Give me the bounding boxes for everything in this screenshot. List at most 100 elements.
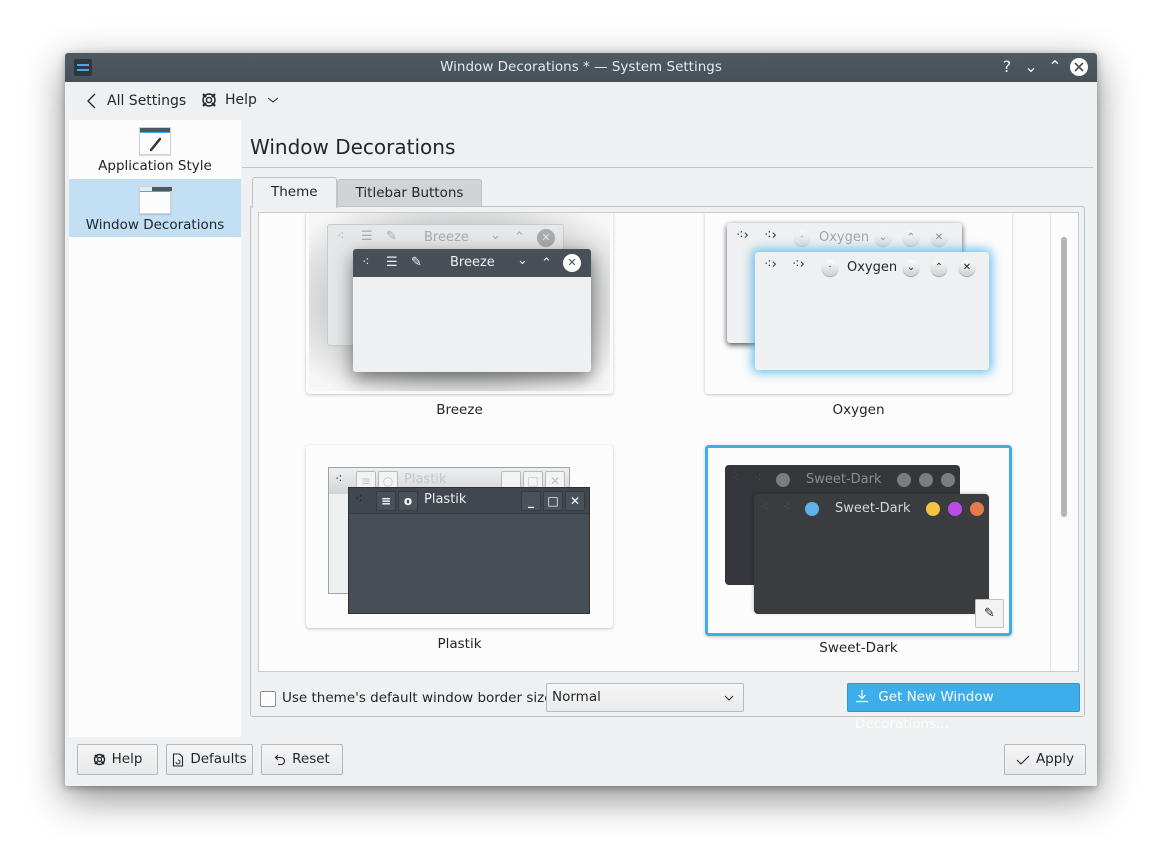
help-menu-button[interactable]: Help: [201, 92, 279, 108]
get-new-label: Get New Window Decorations...: [855, 689, 994, 732]
preview-title-inactive: Plastik: [404, 472, 447, 487]
kde-logo-icon: ⁖: [335, 472, 343, 487]
sidebar-item-label: Application Style: [98, 158, 212, 174]
theme-card-oxygen[interactable]: ⁖› ⁖› · Oxygen ⌄ ⌃ ✕ ⁖› ⁖› · Oxygen ⌄ ⌃ …: [705, 213, 1012, 418]
preview-title: Oxygen: [847, 260, 898, 275]
kde-logo-icon: ⁖›: [764, 228, 777, 243]
close-icon: ✕: [565, 491, 585, 511]
sticky-dot-icon: [805, 502, 819, 516]
chevron-down-icon: ⌄: [875, 230, 891, 246]
theme-name: Sweet-Dark: [819, 640, 898, 656]
minimize-dot-icon: [897, 473, 911, 487]
maximize-icon: □: [543, 491, 563, 511]
chevron-up-icon: ⌃: [903, 230, 919, 246]
window-title: Window Decorations * — System Settings: [440, 59, 722, 75]
document-revert-icon: [173, 752, 184, 767]
configure-theme-button[interactable]: ✎: [975, 599, 1004, 628]
pin-icon: ✎: [411, 255, 422, 270]
sticky-icon: ·: [794, 230, 810, 246]
apply-button-label: Apply: [1035, 751, 1075, 767]
tab-bar: Theme Titlebar Buttons: [252, 177, 483, 208]
preview-title-inactive: Breeze: [424, 230, 469, 245]
apply-button[interactable]: Apply: [1004, 744, 1086, 775]
window-icon: [139, 186, 172, 214]
theme-grid: ⁖ ☰ ✎ Breeze ⌄ ⌃ ✕ ⁖ ☰ ✎ Breeze ⌄ ⌃ ✕ Br…: [258, 212, 1079, 672]
minimize-dot-icon: [926, 502, 940, 516]
back-arrow-icon: [87, 93, 96, 109]
defaults-button[interactable]: Defaults: [166, 744, 253, 775]
sticky-icon: o: [398, 491, 418, 511]
theme-preview: ⁖ ≡ ○ Plastik _ □ ✕ ⁖ ≡ o Plastik _ □ ✕: [306, 445, 613, 628]
border-size-select[interactable]: Normal: [546, 683, 744, 712]
tab-theme[interactable]: Theme: [252, 177, 337, 208]
options-row: Use theme's default window border size N…: [251, 683, 1084, 732]
pin-icon: ✎: [386, 229, 397, 244]
kde-logo-icon: ⁖: [783, 500, 791, 515]
sidebar-item-application-style[interactable]: Application Style: [69, 120, 241, 178]
maximize-dot-icon: [948, 502, 962, 516]
preview-title: Sweet-Dark: [835, 501, 911, 516]
tab-titlebar-buttons[interactable]: Titlebar Buttons: [336, 179, 483, 207]
menu-icon: ≡: [376, 491, 396, 511]
title-divider: [242, 167, 1093, 168]
close-icon: ✕: [563, 254, 581, 272]
question-icon: ?: [1002, 57, 1012, 76]
theme-preview: ⁖ ☰ ✎ Breeze ⌄ ⌃ ✕ ⁖ ☰ ✎ Breeze ⌄ ⌃ ✕: [306, 213, 613, 394]
use-default-border-checkbox[interactable]: [260, 691, 276, 707]
minimize-button[interactable]: ⌄: [1021, 57, 1041, 77]
sidebar-item-label: Window Decorations: [85, 217, 225, 233]
maximize-button[interactable]: ⌃: [1045, 57, 1065, 77]
preview-title-inactive: Oxygen: [819, 230, 870, 245]
help-button-label: Help: [111, 751, 143, 767]
download-icon: [856, 690, 868, 703]
sidebar-item-window-decorations[interactable]: Window Decorations: [69, 179, 241, 237]
scrollbar-thumb[interactable]: [1061, 237, 1067, 517]
chevron-up-icon: ⌃: [514, 230, 525, 245]
all-settings-label: All Settings: [107, 93, 187, 109]
help-titlebar-button[interactable]: ?: [997, 57, 1017, 77]
use-default-border-label[interactable]: Use theme's default window border size: [282, 690, 553, 706]
chevron-up-icon: ⌃: [931, 260, 947, 276]
chevron-down-icon: ⌄: [903, 260, 919, 276]
chevron-up-icon: ⌃: [541, 256, 552, 271]
chevron-up-icon: ⌃: [1048, 57, 1062, 76]
theme-preview: ⁖ ⁖ Sweet-Dark ⁖ ⁖ Sweet-Dark ✎: [705, 445, 1012, 636]
theme-card-plastik[interactable]: ⁖ ≡ ○ Plastik _ □ ✕ ⁖ ≡ o Plastik _ □ ✕ …: [306, 445, 613, 652]
pencil-icon: ✎: [984, 606, 995, 621]
close-dot-icon: [970, 502, 984, 516]
vertical-scrollbar[interactable]: [1050, 213, 1078, 671]
theme-name: Plastik: [437, 636, 482, 652]
chevron-down-icon: [723, 684, 735, 721]
page-title: Window Decorations: [250, 135, 456, 159]
border-size-value: Normal: [552, 689, 601, 705]
lifebuoy-icon: [93, 753, 105, 766]
brush-icon: [139, 127, 171, 155]
theme-name: Breeze: [436, 402, 483, 418]
get-new-decorations-button[interactable]: Get New Window Decorations...: [847, 683, 1080, 732]
kde-logo-icon: ⁖›: [792, 257, 805, 272]
preview-title-inactive: Sweet-Dark: [806, 472, 882, 487]
checkmark-icon: [1016, 755, 1030, 765]
help-button[interactable]: Help: [77, 744, 158, 775]
reset-button[interactable]: Reset: [261, 744, 343, 775]
preview-title: Plastik: [424, 492, 467, 507]
chevron-down-icon: ⌄: [1024, 57, 1038, 76]
theme-tab-panel: ⁖ ☰ ✎ Breeze ⌄ ⌃ ✕ ⁖ ☰ ✎ Breeze ⌄ ⌃ ✕ Br…: [250, 206, 1085, 732]
preview-title: Breeze: [450, 255, 495, 270]
theme-card-sweet-dark[interactable]: ⁖ ⁖ Sweet-Dark ⁖ ⁖ Sweet-Dark ✎ Sweet-Da…: [705, 445, 1012, 656]
chevron-down-icon: ⌄: [490, 228, 501, 243]
toolbar: All Settings Help: [65, 82, 1097, 120]
close-button[interactable]: [1070, 58, 1088, 76]
chevron-down-icon: ⌄: [517, 253, 528, 268]
theme-card-breeze[interactable]: ⁖ ☰ ✎ Breeze ⌄ ⌃ ✕ ⁖ ☰ ✎ Breeze ⌄ ⌃ ✕ Br…: [306, 213, 613, 418]
all-settings-button[interactable]: All Settings: [85, 92, 186, 110]
window-titlebar[interactable]: Window Decorations * — System Settings ?…: [65, 53, 1097, 82]
close-icon: [1074, 62, 1084, 72]
menu-icon: ☰: [386, 255, 398, 270]
kde-logo-icon: ⁖: [754, 471, 762, 486]
sticky-icon: ·: [822, 260, 838, 276]
kde-logo-icon: ⁖: [362, 255, 370, 270]
minimize-icon: _: [521, 491, 541, 511]
close-icon: ✕: [931, 230, 947, 246]
reset-button-label: Reset: [292, 751, 330, 767]
